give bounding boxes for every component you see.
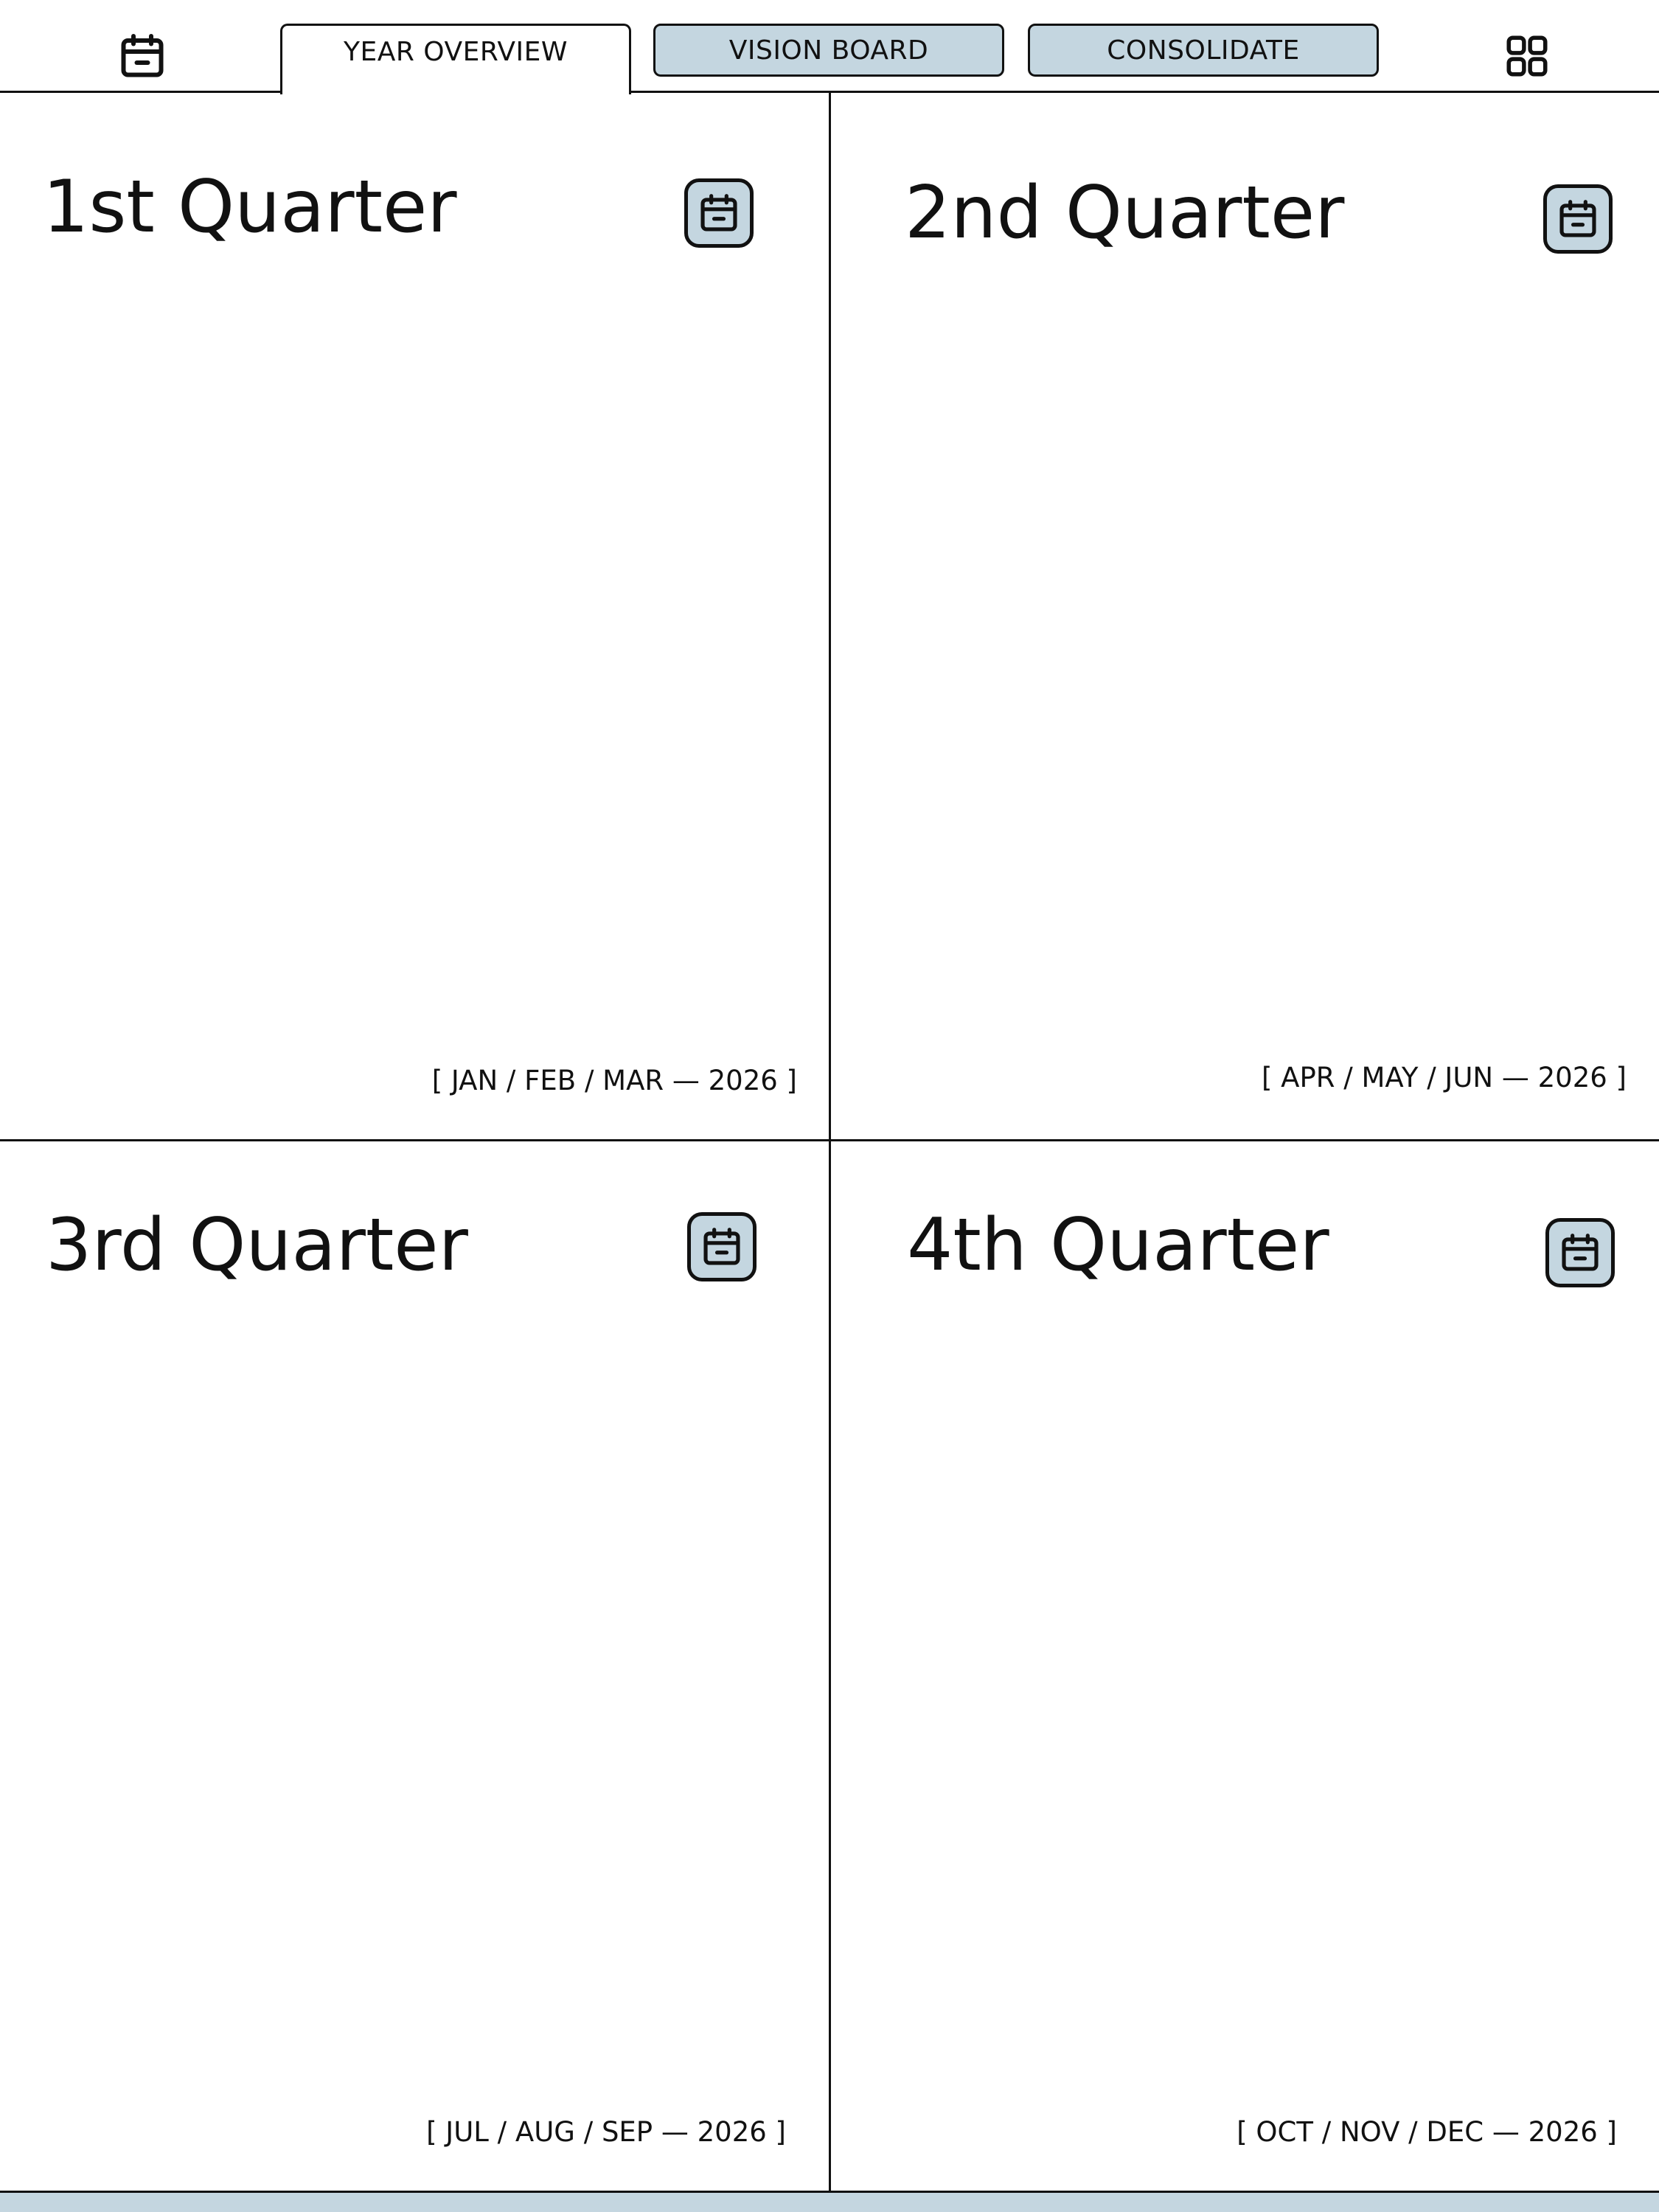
quarter-panel-q2[interactable]: 2nd Quarter [ APR / MAY / JUN — 2026 ]	[831, 93, 1659, 1139]
top-navigation-bar: YEAR OVERVIEW VISION BOARD CONSOLIDATE	[0, 0, 1659, 94]
calendar-icon	[1559, 200, 1596, 237]
quarter-months-label: [ APR / MAY / JUN — 2026 ]	[1261, 1062, 1627, 1093]
calendar-icon	[703, 1228, 740, 1265]
quarter-title: 3rd Quarter	[46, 1203, 468, 1287]
tab-consolidate[interactable]: CONSOLIDATE	[1028, 24, 1379, 77]
quarter-title: 2nd Quarter	[905, 171, 1345, 255]
quarter-title: 4th Quarter	[907, 1203, 1329, 1287]
quarter-months-label: [ OCT / NOV / DEC — 2026 ]	[1237, 2116, 1617, 2148]
tab-year-overview[interactable]: YEAR OVERVIEW	[280, 24, 631, 94]
quarter-calendar-button[interactable]	[1543, 184, 1613, 254]
quarter-calendar-button[interactable]	[684, 178, 754, 248]
quarter-months-label: [ JAN / FEB / MAR — 2026 ]	[431, 1065, 797, 1096]
quarter-title: 1st Quarter	[43, 165, 457, 249]
grid-icon	[1506, 35, 1548, 77]
calendar-icon	[121, 34, 164, 77]
quarter-panel-q3[interactable]: 3rd Quarter [ JUL / AUG / SEP — 2026 ]	[0, 1141, 829, 2191]
calendar-icon	[1562, 1234, 1599, 1271]
footer-strip	[0, 2191, 1659, 2212]
quarter-calendar-button[interactable]	[687, 1212, 757, 1281]
apps-menu-button[interactable]	[1495, 27, 1559, 86]
calendar-icon	[700, 194, 737, 232]
quarter-months-label: [ JUL / AUG / SEP — 2026 ]	[426, 2116, 786, 2148]
tab-vision-board[interactable]: VISION BOARD	[653, 24, 1004, 77]
calendar-button[interactable]	[111, 27, 174, 86]
quarter-panel-q1[interactable]: 1st Quarter [ JAN / FEB / MAR — 2026 ]	[0, 93, 829, 1139]
quarter-calendar-button[interactable]	[1545, 1218, 1615, 1287]
quarter-panel-q4[interactable]: 4th Quarter [ OCT / NOV / DEC — 2026 ]	[831, 1141, 1659, 2191]
